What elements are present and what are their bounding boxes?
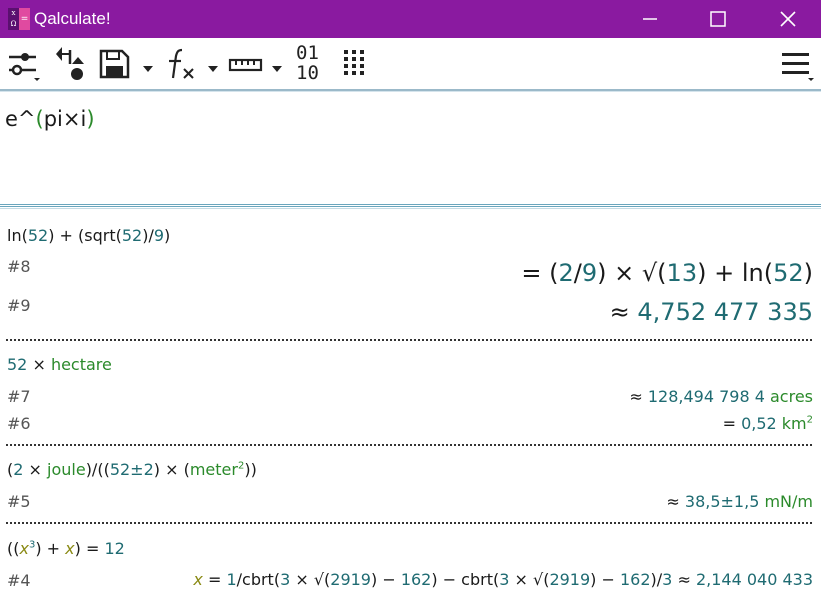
history-separator [6,522,812,524]
stack-button[interactable] [52,44,88,84]
history-result-id: #8 [7,257,31,276]
history-result-id: #7 [7,387,31,406]
history-expression[interactable]: (2 × joule)∕((52±2) × (meter2)) [7,460,257,480]
save-button[interactable] [98,44,132,84]
title-bar: xΩ = Qalculate! [0,0,821,38]
functions-dropdown[interactable] [207,59,219,72]
units-dropdown[interactable] [271,59,283,72]
minimize-button[interactable] [620,0,680,38]
input-divider-2 [0,206,821,207]
settings-sliders-icon [9,53,40,81]
history-result[interactable]: ≈ 38,5±1,5 mN∕m [666,492,813,512]
history-result[interactable]: = 0,52 km2 [723,414,813,434]
ruler-icon [228,58,263,72]
history-result-id: #9 [7,296,31,315]
close-icon [780,11,796,27]
stack-icon [56,47,84,80]
history-result[interactable]: = (2∕9) × √(13) + ln(52) [521,258,813,288]
maximize-button[interactable] [688,0,748,38]
history-result-id: #4 [7,571,31,590]
minimize-icon [643,18,657,20]
input-divider [0,204,821,205]
main-menu-button[interactable] [780,44,816,84]
history-result-id: #5 [7,492,31,511]
input-divider-3 [0,208,821,209]
expression-input[interactable]: e^(pi×i) [0,92,821,204]
toolbar: 01 10 [0,38,821,90]
functions-button[interactable] [166,44,200,84]
maximize-icon [710,11,726,27]
save-icon [99,49,130,79]
history-view[interactable]: ln(52) + (sqrt(52)∕9) #8 = (2∕9) × √(13)… [0,210,821,597]
chevron-down-icon [143,66,153,72]
history-result-id: #6 [7,414,31,433]
chevron-down-icon [208,66,218,72]
history-separator [6,444,812,446]
history-result[interactable]: ≈ 4,752 477 335 [610,297,813,327]
window-title: Qalculate! [34,9,111,28]
history-expression[interactable]: ((x3) + x) = 12 [7,539,125,559]
app-icon: xΩ = [8,8,30,30]
history-expression[interactable]: ln(52) + (sqrt(52)∕9) [7,226,170,246]
save-dropdown[interactable] [142,59,154,72]
keypad-icon [344,50,364,75]
chevron-down-icon [272,66,282,72]
function-icon [169,48,194,79]
history-result[interactable]: ≈ 128,494 798 4 acres [629,387,813,407]
units-button[interactable] [228,44,264,84]
close-button[interactable] [758,0,818,38]
menu-icon [782,53,814,81]
history-result[interactable]: x = 1∕cbrt(3 × √(2919) − 162) − cbrt(3 ×… [193,570,813,590]
mode-button[interactable] [6,44,42,84]
history-expression[interactable]: 52 × hectare [7,355,112,375]
keypad-button[interactable] [342,44,370,84]
history-separator [6,339,812,341]
expression-text: e^(pi×i) [5,107,95,131]
binary-icon[interactable]: 01 10 [296,43,319,83]
